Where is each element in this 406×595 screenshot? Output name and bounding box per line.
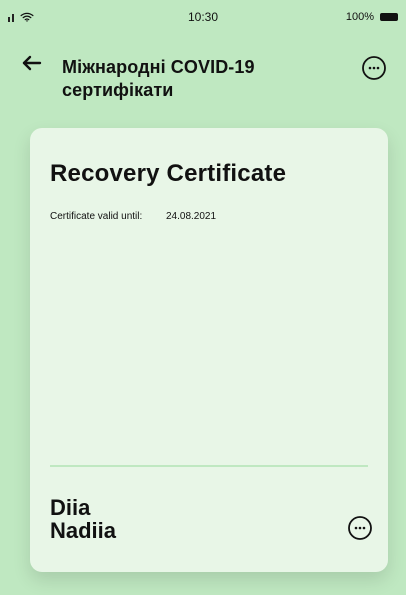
divider — [50, 465, 368, 467]
certificate-valid-value: 24.08.2021 — [166, 211, 217, 222]
back-button[interactable] — [18, 52, 44, 74]
battery-icon — [380, 13, 398, 21]
certificate-card[interactable]: Recovery Certificate Certificate valid u… — [30, 128, 388, 572]
battery-percentage: 100% — [345, 11, 374, 23]
header: Міжнародні COVID-19 сертифікати — [0, 44, 406, 114]
page-title: Міжнародні COVID-19 сертифікати — [62, 57, 255, 101]
holder-first-line: Diia — [50, 495, 91, 520]
certificate-valid-label: Certificate valid until: — [50, 211, 143, 222]
status-right: 100% — [346, 10, 398, 24]
more-icon — [348, 516, 372, 540]
holder-second-line: Nadiia — [50, 518, 117, 544]
card-more-button[interactable] — [346, 514, 374, 542]
header-more-button[interactable] — [360, 54, 388, 82]
more-icon — [362, 56, 386, 80]
certificate-title: Recovery Certificate — [50, 160, 287, 187]
holder-name: Diia Nadiia — [50, 496, 270, 542]
status-bar: 10:30 100% — [0, 0, 406, 30]
back-arrow-icon — [22, 55, 42, 71]
